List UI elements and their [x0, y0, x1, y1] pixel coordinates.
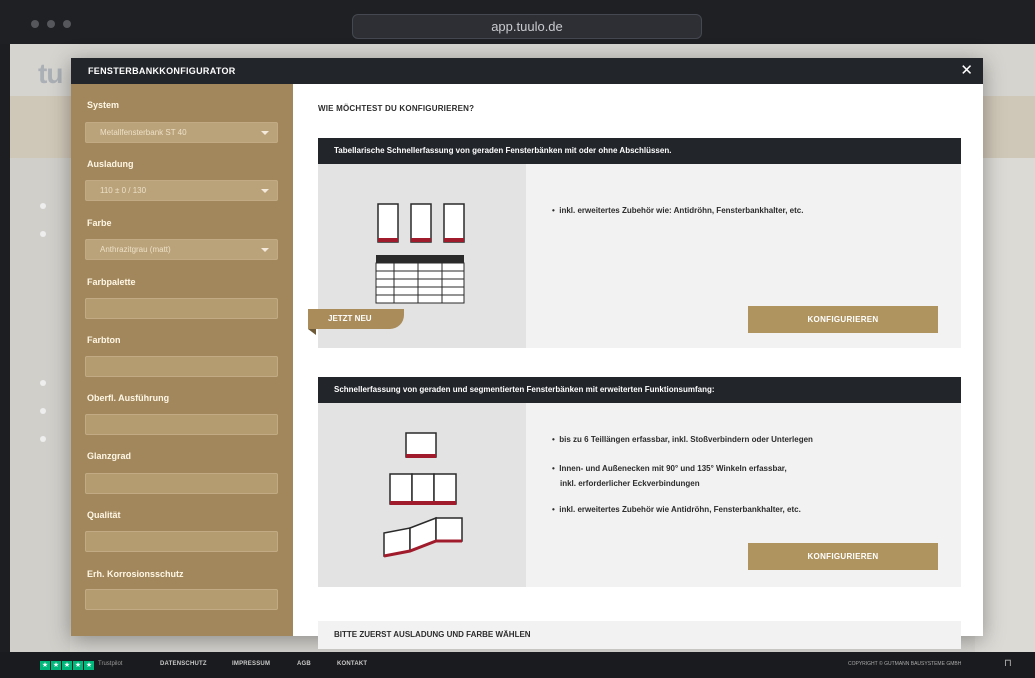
panel-2-bullet-continuation: inkl. erforderlicher Eckverbindungen [560, 479, 700, 488]
field-label-farbton: Farbton [87, 335, 121, 345]
panel-2-body: • bis zu 6 Teillängen erfassbar, inkl. S… [318, 403, 961, 587]
panel-1-bullet-text: inkl. erweitertes Zubehör wie: Antidröhn… [559, 206, 804, 215]
chevron-down-icon [261, 189, 269, 193]
ruler-icon[interactable]: ⊓ [1004, 658, 1012, 669]
korrosionsschutz-field[interactable] [85, 589, 278, 610]
panel-2-bullet-text: bis zu 6 Teillängen erfassbar, inkl. Sto… [559, 435, 813, 444]
panel-2-bullet: • Innen- und Außenecken mit 90° und 135°… [552, 464, 787, 473]
trustpilot-stars[interactable]: ★ ★ ★ ★ ★ [40, 661, 94, 670]
trustpilot-label[interactable]: Trustpilot [98, 661, 122, 667]
panel-1-header: Tabellarische Schnellerfassung von gerad… [318, 138, 961, 164]
chevron-down-icon [261, 248, 269, 252]
new-badge: JETZT NEU [308, 309, 404, 329]
modal-header: FENSTERBANKKONFIGURATOR ✕ [71, 58, 983, 84]
configure-button-1[interactable]: KONFIGURIEREN [748, 306, 938, 333]
farbpalette-field[interactable] [85, 298, 278, 319]
selection-notice: BITTE ZUERST AUSLADUNG UND FARBE WÄHLEN [318, 621, 961, 649]
farbton-field[interactable] [85, 356, 278, 377]
glanzgrad-field[interactable] [85, 473, 278, 494]
background-bullet [40, 231, 46, 237]
field-label-ausladung: Ausladung [87, 159, 134, 169]
background-right-panel [975, 158, 1035, 652]
field-label-farbpalette: Farbpalette [87, 277, 136, 287]
field-label-oberflaeche: Oberfl. Ausführung [87, 393, 170, 403]
field-label-qualitaet: Qualität [87, 510, 121, 520]
footer-link-datenschutz[interactable]: DATENSCHUTZ [160, 661, 207, 667]
star-icon: ★ [51, 661, 61, 670]
panel-2-bullet-text: inkl. erweitertes Zubehör wie Antidröhn,… [559, 505, 801, 514]
panel-2-header: Schnellerfassung von geraden und segment… [318, 377, 961, 403]
star-icon: ★ [84, 661, 94, 670]
farbe-select[interactable]: Anthrazitgrau (matt) [85, 239, 278, 260]
window-close-dot[interactable] [31, 20, 39, 28]
panel-2-illustration [318, 403, 526, 587]
window-maximize-dot[interactable] [63, 20, 71, 28]
chevron-down-icon [261, 131, 269, 135]
ausladung-select-value: 110 ± 0 / 130 [100, 186, 147, 195]
configurator-modal: FENSTERBANKKONFIGURATOR ✕ System Metallf… [71, 58, 983, 649]
field-label-system: System [87, 100, 120, 110]
site-logo: tu [38, 58, 63, 89]
ausladung-select[interactable]: 110 ± 0 / 130 [85, 180, 278, 201]
system-select[interactable]: Metallfensterbank ST 40 [85, 122, 278, 143]
panel-2-bullet: • bis zu 6 Teillängen erfassbar, inkl. S… [552, 435, 813, 444]
footer-link-agb[interactable]: AGB [297, 661, 311, 667]
qualitaet-field[interactable] [85, 531, 278, 552]
star-icon: ★ [40, 661, 50, 670]
star-icon: ★ [73, 661, 83, 670]
site-footer: ★ ★ ★ ★ ★ Trustpilot DATENSCHUTZ IMPRESS… [0, 652, 1035, 678]
close-icon[interactable]: ✕ [960, 61, 973, 79]
field-label-farbe: Farbe [87, 218, 112, 228]
window-minimize-dot[interactable] [47, 20, 55, 28]
star-icon: ★ [62, 661, 72, 670]
farbe-select-value: Anthrazitgrau (matt) [100, 245, 171, 254]
field-label-glanzgrad: Glanzgrad [87, 451, 132, 461]
footer-link-kontakt[interactable]: KONTAKT [337, 661, 367, 667]
background-bullet [40, 436, 46, 442]
field-label-korrosionsschutz: Erh. Korrosionsschutz [87, 569, 184, 579]
panel-2-bullet-text: Innen- und Außenecken mit 90° und 135° W… [559, 464, 787, 473]
address-bar[interactable]: app.tuulo.de [352, 14, 702, 39]
background-sidebar [10, 158, 70, 652]
panel-1-bullet: • inkl. erweitertes Zubehör wie: Antidrö… [552, 206, 804, 215]
footer-link-impressum[interactable]: IMPRESSUM [232, 661, 270, 667]
panel-1-body: JETZT NEU • inkl. erweitertes Zubehör wi… [308, 164, 961, 348]
oberflaeche-field[interactable] [85, 414, 278, 435]
configure-button-2[interactable]: KONFIGURIEREN [748, 543, 938, 570]
background-bullet [40, 408, 46, 414]
badge-fold [308, 329, 316, 335]
content-title: WIE MÖCHTEST DU KONFIGURIEREN? [318, 104, 475, 113]
background-bullet [40, 380, 46, 386]
config-sidebar: System Metallfensterbank ST 40 Ausladung… [71, 84, 293, 636]
config-content: WIE MÖCHTEST DU KONFIGURIEREN? Tabellari… [293, 84, 983, 649]
modal-title: FENSTERBANKKONFIGURATOR [88, 66, 236, 76]
system-select-value: Metallfensterbank ST 40 [100, 128, 187, 137]
copyright-text: COPYRIGHT © GUTMANN BAUSYSTEME GMBH [848, 661, 962, 667]
panel-2-bullet: • inkl. erweitertes Zubehör wie Antidröh… [552, 505, 801, 514]
segmented-sills-icon [383, 432, 463, 558]
browser-toolbar: app.tuulo.de [0, 0, 1035, 44]
background-bullet [40, 203, 46, 209]
